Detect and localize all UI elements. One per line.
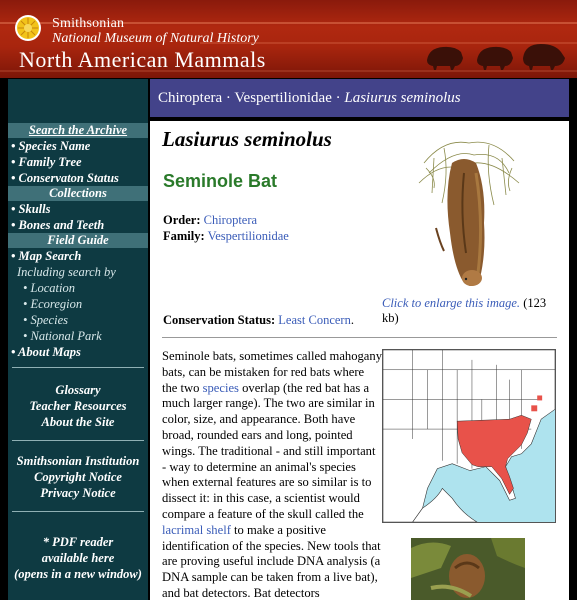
main-content: Lasiurus seminolus Seminole Bat Order: C… xyxy=(150,121,569,600)
sidebar-link-glossary[interactable]: Glossary xyxy=(8,382,148,398)
bat-illustration[interactable] xyxy=(414,133,524,293)
site-title[interactable]: North American Mammals xyxy=(19,47,266,73)
section-divider xyxy=(162,337,557,338)
page-title: Lasiurus seminolus xyxy=(162,127,332,151)
sidebar-nav: Search the Archive • Species Name • Fami… xyxy=(8,79,148,600)
sidebar-link-copyright[interactable]: Copyright Notice xyxy=(8,469,148,485)
pdf-note-line1[interactable]: * PDF reader xyxy=(8,534,148,550)
order-label: Order: xyxy=(163,213,201,227)
museum-name[interactable]: National Museum of Natural History xyxy=(52,32,259,46)
image-caption: Click to enlarge this image. (123 kb) xyxy=(382,296,562,326)
pdf-note-line3[interactable]: (opens in a new window) xyxy=(8,566,148,582)
bat-photo-thumbnail[interactable] xyxy=(411,538,525,600)
muskox-silhouette-icon xyxy=(427,44,565,70)
pdf-note-line2[interactable]: available here xyxy=(8,550,148,566)
species-description: Seminole bats, sometimes called mahogany… xyxy=(162,349,382,600)
lacrimal-shelf-link[interactable]: lacrimal shelf xyxy=(162,523,231,537)
enlarge-image-link[interactable]: Click to enlarge this image. xyxy=(382,296,520,310)
breadcrumb-separator: · xyxy=(331,90,345,106)
org-name[interactable]: Smithsonian xyxy=(52,17,124,31)
taxonomy-breadcrumb: Chiroptera · Vespertilionidae · Lasiurus… xyxy=(150,79,569,117)
breadcrumb-family[interactable]: Vespertilionidae xyxy=(234,90,331,106)
sidebar-head-collections: Collections xyxy=(8,186,148,201)
sidebar-item-skulls[interactable]: • Skulls xyxy=(8,201,148,217)
sidebar-link-smithsonian[interactable]: Smithsonian Institution xyxy=(8,453,148,469)
species-link[interactable]: species xyxy=(203,381,239,395)
family-row: Family: Vespertilionidae xyxy=(163,229,289,244)
breadcrumb-separator: · xyxy=(222,90,235,106)
sidebar-item-conservation-status[interactable]: • Conservaton Status xyxy=(8,170,148,186)
sidebar-item-species[interactable]: • Species xyxy=(8,312,148,328)
sidebar-item-species-name[interactable]: • Species Name xyxy=(8,138,148,154)
site-header: Smithsonian National Museum of Natural H… xyxy=(0,0,577,78)
family-label: Family: xyxy=(163,229,205,243)
common-name: Seminole Bat xyxy=(163,171,278,191)
conservation-period: . xyxy=(350,313,354,327)
order-row: Order: Chiroptera xyxy=(163,213,257,228)
sidebar-item-location[interactable]: • Location xyxy=(8,280,148,296)
sidebar-item-bones-teeth[interactable]: • Bones and Teeth xyxy=(8,217,148,233)
order-link[interactable]: Chiroptera xyxy=(204,213,257,227)
conservation-label: Conservation Status: xyxy=(163,313,276,327)
sidebar-head-search[interactable]: Search the Archive xyxy=(8,123,148,138)
body-text-2: overlap (the red bat has a much larger r… xyxy=(162,380,376,521)
sidebar-item-map-search[interactable]: • Map Search xyxy=(8,248,148,264)
conservation-row: Conservation Status: Least Concern. xyxy=(163,313,354,328)
conservation-link[interactable]: Least Concern xyxy=(278,313,351,327)
sidebar-item-national-park[interactable]: • National Park xyxy=(8,328,148,344)
breadcrumb-species: Lasiurus seminolus xyxy=(344,90,461,106)
sidebar-item-ecoregion[interactable]: • Ecoregion xyxy=(8,296,148,312)
sidebar-item-about-maps[interactable]: • About Maps xyxy=(8,344,148,360)
sidebar-link-about-site[interactable]: About the Site xyxy=(8,414,148,430)
family-link[interactable]: Vespertilionidae xyxy=(208,229,289,243)
breadcrumb-order[interactable]: Chiroptera xyxy=(158,90,222,106)
sidebar-link-teacher-resources[interactable]: Teacher Resources xyxy=(8,398,148,414)
sidebar-head-field-guide: Field Guide xyxy=(8,233,148,248)
sidebar-including-label: Including search by xyxy=(17,265,116,279)
range-map[interactable] xyxy=(382,349,556,523)
sidebar-link-privacy[interactable]: Privacy Notice xyxy=(8,485,148,501)
sidebar-item-family-tree[interactable]: • Family Tree xyxy=(8,154,148,170)
smithsonian-sun-logo[interactable] xyxy=(14,14,42,42)
